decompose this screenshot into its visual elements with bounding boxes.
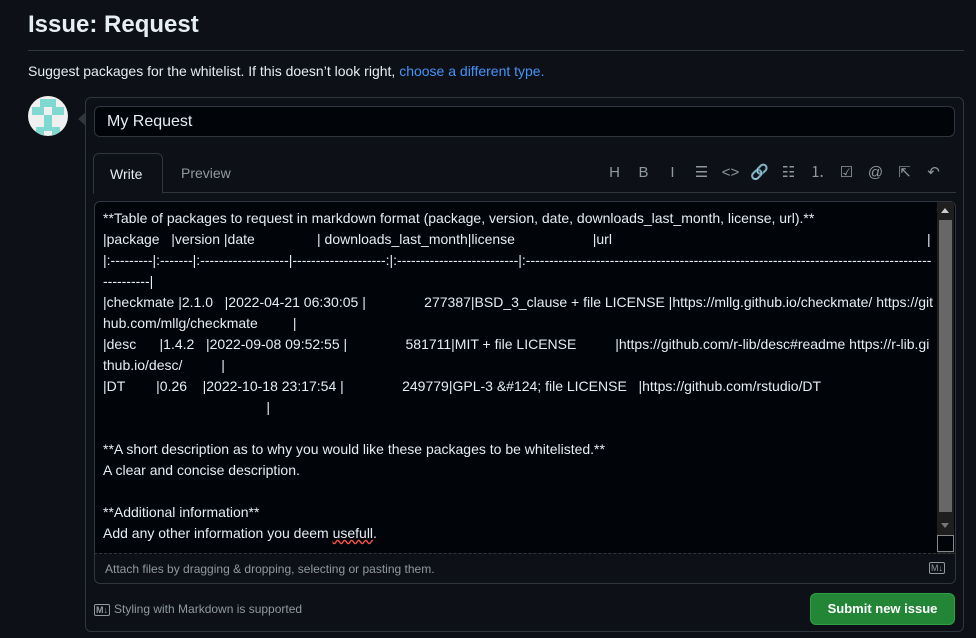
body-content: **Table of packages to request in markdo… (103, 210, 933, 541)
scroll-down-arrow-icon[interactable] (941, 523, 949, 528)
submit-new-issue-button[interactable]: Submit new issue (810, 593, 955, 625)
code-icon[interactable]: <> (716, 163, 745, 183)
issue-title-input[interactable]: My Request (94, 106, 955, 137)
quote-icon[interactable]: ☰ (687, 163, 716, 183)
markdown-toolbar: H B I ☰ <> 🔗 ☷ ⒈ ☑ @ ⇱ ↶ (600, 163, 948, 183)
bulleted-list-icon[interactable]: ☷ (774, 163, 803, 183)
markdown-note-text: Styling with Markdown is supported (114, 602, 303, 616)
new-issue-form: My Request Write Preview H B I ☰ <> 🔗 ☷ ⒈ ☑ @ ⇱ ↶ *… (85, 97, 964, 632)
issue-body-textarea[interactable]: **Table of packages to request in markdo… (94, 201, 956, 554)
undo-icon[interactable]: ↶ (919, 163, 948, 183)
avatar[interactable] (28, 96, 68, 136)
misspelled-word: usefull (332, 525, 374, 541)
resize-handle[interactable] (937, 535, 954, 552)
editor-tabs: Write Preview H B I ☰ <> 🔗 ☷ ⒈ ☑ @ ⇱ ↶ (93, 153, 956, 194)
subtitle-text: Suggest packages for the whitelist. If t… (28, 63, 400, 79)
attach-hint: Attach files by dragging & dropping, sel… (105, 562, 435, 576)
tab-preview[interactable]: Preview (165, 153, 247, 194)
link-icon[interactable]: 🔗 (745, 163, 774, 183)
task-list-icon[interactable]: ☑ (832, 163, 861, 183)
scroll-up-arrow-icon[interactable] (941, 208, 949, 213)
page-subtitle: Suggest packages for the whitelist. If t… (28, 63, 545, 79)
markdown-icon: M↓ (94, 604, 110, 616)
textarea-scrollbar[interactable] (937, 202, 954, 554)
attach-files-area[interactable]: Attach files by dragging & dropping, sel… (94, 553, 956, 584)
scrollbar-thumb[interactable] (939, 220, 952, 512)
tab-write[interactable]: Write (93, 153, 163, 194)
body-end: . (373, 525, 377, 541)
heading-icon[interactable]: H (600, 163, 629, 183)
markdown-note[interactable]: M↓ Styling with Markdown is supported (94, 602, 302, 616)
page-title: Issue: Request (28, 11, 199, 38)
issue-body-text[interactable]: **Table of packages to request in markdo… (103, 208, 933, 544)
numbered-list-icon[interactable]: ⒈ (803, 163, 832, 183)
bold-icon[interactable]: B (629, 163, 658, 183)
italic-icon[interactable]: I (658, 163, 687, 183)
divider (28, 50, 964, 51)
choose-type-link[interactable]: choose a different type. (399, 63, 544, 79)
cross-reference-icon[interactable]: ⇱ (890, 163, 919, 183)
markdown-icon: M↓ (929, 562, 945, 574)
mention-icon[interactable]: @ (861, 163, 890, 183)
